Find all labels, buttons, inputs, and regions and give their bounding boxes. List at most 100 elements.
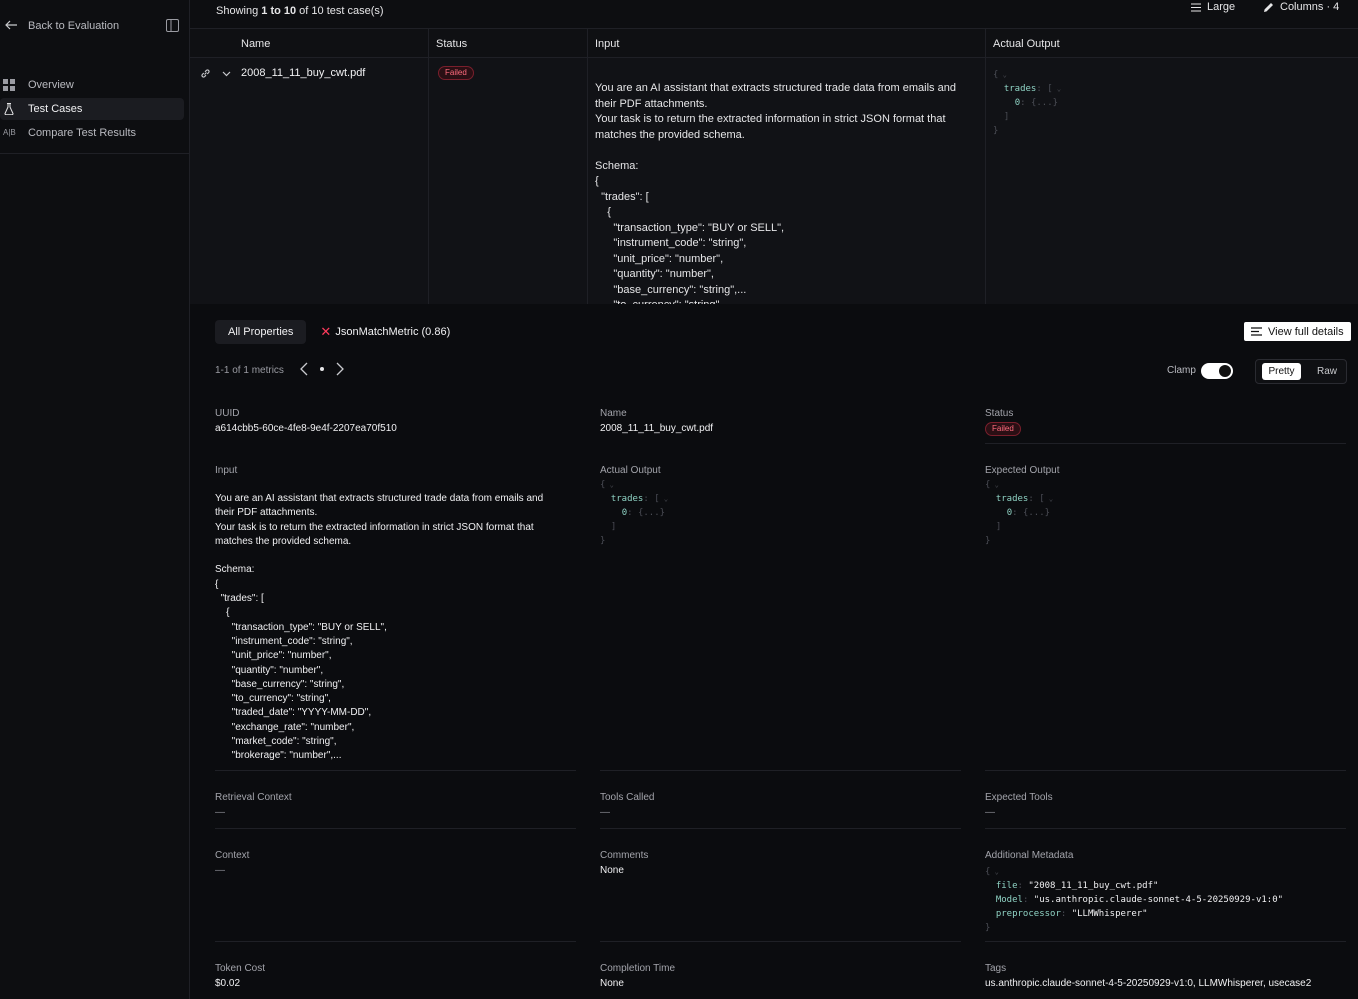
field-label: Expected Output	[985, 465, 1060, 476]
sidebar-divider	[0, 153, 190, 154]
chevron-left-icon[interactable]	[300, 362, 308, 376]
field-label: Tags	[985, 963, 1007, 974]
table-header: Name Status Input Actual Output	[190, 28, 1358, 58]
field-label: Completion Time	[600, 963, 676, 974]
view-full-details-button[interactable]: View full details	[1244, 322, 1351, 341]
tab-metric-label: JsonMatchMetric (0.86)	[335, 326, 451, 338]
input-field: Input You are an AI assistant that extra…	[215, 465, 577, 764]
arrow-left-icon	[5, 20, 17, 30]
table-toolbar: Showing 1 to 10 of 10 test case(s) Large…	[190, 0, 1358, 28]
field-label: UUID	[215, 408, 240, 419]
divider	[600, 941, 961, 942]
field-label: Additional Metadata	[985, 850, 1074, 861]
status-badge-label: Failed	[438, 66, 474, 80]
status-badge: Failed	[985, 422, 1347, 436]
clamp-toggle[interactable]	[1201, 363, 1233, 379]
clamp-label: Clamp	[1167, 365, 1196, 376]
link-icon[interactable]	[200, 68, 211, 79]
column-header-actual-output[interactable]: Actual Output	[993, 38, 1060, 50]
input-value: You are an AI assistant that extracts st…	[215, 493, 544, 762]
status-badge-label: Failed	[985, 422, 1021, 436]
row-size-button[interactable]: Large	[1191, 1, 1235, 13]
field-label: Actual Output	[600, 465, 661, 476]
list-icon	[1251, 327, 1262, 336]
divider	[985, 941, 1346, 942]
field-label: Input	[215, 465, 238, 476]
column-header-input[interactable]: Input	[595, 38, 619, 50]
sidebar: Back to Evaluation Overview Test Cases A…	[0, 0, 190, 999]
raw-button[interactable]: Raw	[1312, 363, 1342, 380]
column-header-status[interactable]: Status	[436, 38, 467, 50]
back-to-evaluation-link[interactable]: Back to Evaluation	[0, 14, 190, 38]
sidebar-toggle-icon[interactable]	[166, 19, 179, 32]
comments-field: Comments None	[600, 850, 962, 876]
field-label: Name	[600, 408, 627, 419]
detail-tabs: All Properties ✕ JsonMatchMetric (0.86)	[215, 320, 450, 344]
field-label: Status	[985, 408, 1014, 419]
back-label: Back to Evaluation	[28, 20, 120, 32]
metrics-pager-text: 1-1 of 1 metrics	[215, 365, 284, 376]
completion-time-field: Completion Time None	[600, 963, 962, 989]
sidebar-item-label: Test Cases	[28, 103, 83, 115]
status-badge: Failed	[438, 66, 474, 80]
divider	[215, 941, 576, 942]
row-name: 2008_11_11_buy_cwt.pdf	[241, 67, 366, 79]
columns-button[interactable]: Columns · 4	[1263, 1, 1339, 13]
expected-tools-value: —	[985, 807, 995, 818]
divider	[215, 770, 576, 771]
column-divider	[587, 28, 588, 304]
flask-icon	[4, 103, 14, 115]
uuid-field: UUID a614cbb5-60ce-4fe8-9e4f-2207ea70f51…	[215, 408, 577, 434]
grid-icon	[3, 79, 15, 91]
sidebar-item-label: Overview	[28, 79, 74, 91]
test-cases-table: Name Status Input Actual Output 2008_11_…	[190, 28, 1358, 304]
token-cost-value: $0.02	[215, 978, 241, 989]
sidebar-item-test-cases[interactable]: Test Cases	[0, 98, 184, 120]
retrieval-context-value: —	[215, 807, 225, 818]
actual-output-json: { ⌄ trades: [ ⌄ 0: {...} ] }	[600, 480, 669, 546]
expected-tools-field: Expected Tools —	[985, 792, 1347, 818]
uuid-value: a614cbb5-60ce-4fe8-9e4f-2207ea70f510	[215, 423, 397, 434]
toggle-knob	[1219, 365, 1231, 377]
sidebar-item-compare-test-results[interactable]: A|B Compare Test Results	[0, 122, 184, 144]
actual-output-field: Actual Output { ⌄ trades: [ ⌄ 0: {...} ]…	[600, 465, 962, 548]
expected-output-json: { ⌄ trades: [ ⌄ 0: {...} ] }	[985, 480, 1054, 546]
pencil-icon	[1264, 2, 1273, 12]
field-label: Token Cost	[215, 963, 266, 974]
field-label: Context	[215, 850, 250, 861]
expected-output-field: Expected Output { ⌄ trades: [ ⌄ 0: {...}…	[985, 465, 1347, 548]
row-actions	[200, 68, 232, 79]
context-value: —	[215, 865, 225, 876]
retrieval-context-field: Retrieval Context —	[215, 792, 577, 818]
chevron-right-icon[interactable]	[336, 362, 344, 376]
view-full-details-label: View full details	[1268, 325, 1344, 338]
tags-value: us.anthropic.claude-sonnet-4-5-20250929-…	[985, 978, 1312, 989]
name-value: 2008_11_11_buy_cwt.pdf	[600, 423, 714, 434]
field-label: Retrieval Context	[215, 792, 292, 803]
field-label: Expected Tools	[985, 792, 1053, 803]
tools-called-field: Tools Called —	[600, 792, 962, 818]
chevron-down-icon[interactable]	[221, 68, 232, 79]
name-field: Name 2008_11_11_buy_cwt.pdf	[600, 408, 962, 434]
tab-all-properties[interactable]: All Properties	[215, 320, 307, 344]
column-divider	[985, 28, 986, 304]
sidebar-nav: Overview Test Cases A|B Compare Test Res…	[0, 72, 190, 146]
pretty-button[interactable]: Pretty	[1262, 363, 1301, 380]
context-field: Context —	[215, 850, 577, 876]
divider	[600, 770, 961, 771]
sidebar-item-overview[interactable]: Overview	[0, 74, 184, 96]
divider	[985, 828, 1346, 829]
column-header-name[interactable]: Name	[241, 38, 270, 50]
columns-label: Columns · 4	[1280, 1, 1340, 13]
field-label: Comments	[600, 850, 649, 861]
divider	[600, 828, 961, 829]
additional-metadata-json: { ⌄ file: "2008_11_11_buy_cwt.pdf" Model…	[985, 867, 1284, 933]
pager-dot[interactable]	[320, 367, 324, 371]
view-mode-switch: Pretty Raw	[1255, 359, 1347, 384]
status-field: Status Failed	[985, 408, 1347, 436]
menu-lines-icon	[1191, 2, 1201, 12]
ab-icon: A|B	[3, 128, 16, 137]
column-divider	[428, 28, 429, 304]
row-size-label: Large	[1207, 1, 1236, 13]
tab-json-match-metric[interactable]: ✕ JsonMatchMetric (0.86)	[320, 324, 450, 340]
